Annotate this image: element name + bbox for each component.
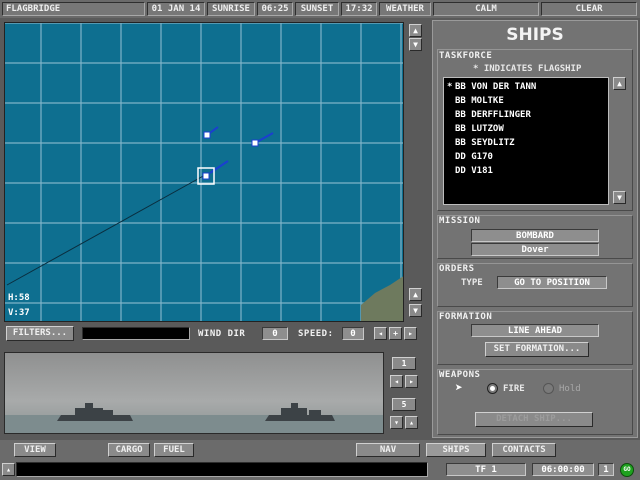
ships-button[interactable]: SHIPS (426, 443, 486, 457)
date-display: 01 JAN 14 (147, 2, 205, 16)
panel-title: SHIPS (506, 25, 564, 45)
sky-state: CLEAR (541, 2, 637, 16)
list-scroll-down[interactable]: ▼ (613, 191, 626, 204)
list-scroll-up[interactable]: ▲ (613, 77, 626, 90)
h-coordinate: H:58 (8, 293, 30, 303)
sunrise-label: SUNRISE (207, 2, 255, 16)
sunset-label: SUNSET (295, 2, 339, 16)
cargo-button[interactable]: CARGO (108, 443, 150, 457)
ship-list-item[interactable]: DD V181 (447, 164, 605, 178)
hold-label: Hold (559, 384, 581, 394)
speed-label: SPEED: (298, 329, 334, 339)
rotate-left-button[interactable]: ◂ (374, 327, 387, 340)
fire-label: FIRE (503, 384, 525, 394)
ship-marker[interactable] (251, 139, 259, 147)
scroll-down2-button[interactable]: ▼ (409, 304, 422, 317)
pointer-cursor-icon: ➤ (455, 381, 463, 396)
coastline (361, 276, 403, 321)
ship-name: DD G170 (455, 152, 493, 162)
fire-radio[interactable] (487, 383, 498, 394)
center-button[interactable]: + (389, 327, 402, 340)
ship-name: BB DERFFLINGER (455, 110, 531, 120)
time-compression[interactable]: 1 (598, 463, 614, 476)
ship-list-item[interactable]: BB MOLTKE (447, 94, 605, 108)
go-button[interactable]: GO (620, 463, 634, 477)
scroll-left-up-button[interactable]: ▼ (409, 38, 422, 51)
wind-dir-label: WIND DIR (198, 329, 246, 339)
ship-list-item[interactable]: BB SEYDLITZ (447, 136, 605, 150)
scroll-up-button[interactable]: ▲ (409, 24, 422, 37)
message-scroll-button[interactable]: ▴ (2, 463, 15, 476)
ship-name: BB LUTZOW (455, 124, 504, 134)
mission-target[interactable]: Dover (471, 243, 599, 256)
flagship-note: * INDICATES FLAGSHIP (473, 64, 582, 74)
fuel-button[interactable]: FUEL (154, 443, 194, 457)
bottom-bar: VIEW CARGO FUEL NAV SHIPS CONTACTS ▴ TF … (0, 440, 640, 480)
orders-label: ORDERS (439, 264, 475, 274)
filter-display (82, 327, 190, 340)
ship-list-item[interactable]: DD G170 (447, 150, 605, 164)
tactical-map[interactable]: H:58 V:37 (4, 22, 404, 322)
hold-radio[interactable] (543, 383, 554, 394)
ship-list[interactable]: * BB VON DER TANN BB MOLTKE BB DERFFLINGER B… (443, 77, 609, 205)
mission-label: MISSION (439, 216, 481, 226)
weapons-label: WEAPONS (439, 370, 481, 380)
rotate-right-button[interactable]: ▸ (404, 327, 417, 340)
ship-silhouette-left (57, 403, 133, 421)
ship-name: BB VON DER TANN (455, 82, 537, 92)
speed-value: 0 (342, 327, 364, 340)
course-line (6, 174, 206, 286)
formation-label: FORMATION (439, 312, 493, 322)
set-formation-button[interactable]: SET FORMATION... (485, 342, 589, 357)
ship-silhouettes (5, 403, 383, 433)
formation-value: LINE AHEAD (471, 324, 599, 337)
ship-viewport (4, 352, 384, 434)
ship-heading (209, 160, 229, 174)
sunrise-time: 06:25 (257, 2, 293, 16)
message-line (16, 462, 428, 477)
wind-dir-value: 0 (262, 327, 288, 340)
map-grid (5, 23, 403, 321)
view-zoom-out-button[interactable]: ▾ (390, 416, 403, 429)
ship-name: BB MOLTKE (455, 96, 504, 106)
orders-type-label: TYPE (461, 278, 483, 288)
v-coordinate: V:37 (8, 308, 30, 318)
sunset-time: 17:32 (341, 2, 377, 16)
ship-name: BB SEYDLITZ (455, 138, 515, 148)
flagship-marker[interactable] (202, 172, 210, 180)
ships-panel: SHIPS TASKFORCE * INDICATES FLAGSHIP * BB… (432, 20, 638, 438)
view-button[interactable]: VIEW (14, 443, 56, 457)
flagship-marker-text: * (447, 82, 453, 92)
ship-list-item[interactable]: * BB VON DER TANN (447, 80, 605, 94)
filters-button[interactable]: FILTERS... (6, 326, 74, 341)
view-zoom-in-button[interactable]: ▴ (405, 416, 418, 429)
ship-list-item[interactable]: BB DERFFLINGER (447, 108, 605, 122)
taskforce-label: TASKFORCE (439, 51, 493, 61)
orders-type-value[interactable]: GO TO POSITION (497, 276, 607, 289)
detach-ship-button[interactable]: DETACH SHIP... (475, 412, 593, 427)
nav-button[interactable]: NAV (356, 443, 420, 457)
taskforce-indicator: TF 1 (446, 463, 526, 476)
game-clock: 06:00:00 (532, 463, 594, 476)
contacts-button[interactable]: CONTACTS (492, 443, 556, 457)
ship-name: DD V181 (455, 166, 493, 176)
view-right-button[interactable]: ▸ (405, 375, 418, 388)
location-label: FLAGBRIDGE (2, 2, 145, 16)
zoom-level-mid[interactable]: 5 (392, 398, 416, 411)
ship-marker[interactable] (203, 131, 211, 139)
top-status-bar: FLAGBRIDGE 01 JAN 14 SUNRISE 06:25 SUNSE… (0, 0, 640, 18)
ship-silhouette-right (265, 403, 335, 421)
sea-state: CALM (433, 2, 539, 16)
radio-selected-dot (490, 386, 495, 391)
zoom-level-top[interactable]: 1 (392, 357, 416, 370)
mission-value[interactable]: BOMBARD (471, 229, 599, 242)
view-left-button[interactable]: ◂ (390, 375, 403, 388)
ship-list-item[interactable]: BB LUTZOW (447, 122, 605, 136)
weather-label: WEATHER (379, 2, 431, 16)
scroll-down-button[interactable]: ▲ (409, 288, 422, 301)
